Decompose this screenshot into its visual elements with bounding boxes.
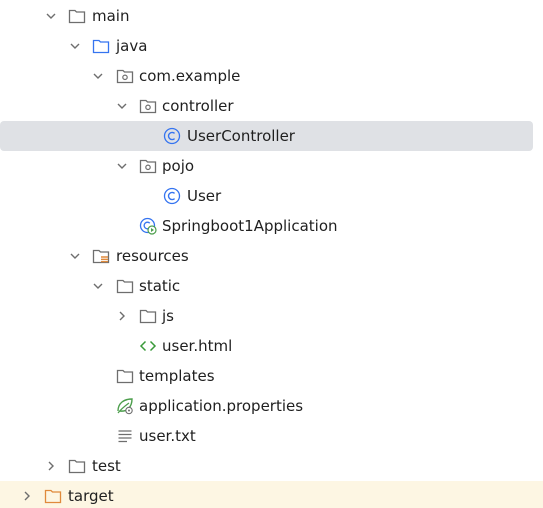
chevron-down-icon[interactable] (92, 280, 104, 292)
spring-properties-icon (117, 398, 133, 415)
tree-node-resources[interactable]: resources (0, 241, 543, 271)
tree-node-test[interactable]: test (0, 451, 543, 481)
tree-node-label: resources (116, 247, 189, 265)
tree-node-java[interactable]: java (0, 31, 543, 61)
tree-node-label: js (162, 307, 174, 325)
package-icon (116, 69, 134, 84)
source-folder-icon (92, 39, 110, 54)
chevron-right-icon[interactable] (21, 490, 33, 502)
project-tree: main java com.example controller UserCon… (0, 0, 543, 508)
tree-node-user-txt[interactable]: user.txt (0, 421, 543, 451)
tree-node-js[interactable]: js (0, 301, 543, 331)
tree-node-application-properties[interactable]: application.properties (0, 391, 543, 421)
text-file-icon (118, 430, 132, 443)
folder-icon (68, 459, 86, 474)
tree-node-label: target (68, 487, 114, 505)
folder-icon (116, 369, 134, 384)
tree-node-static[interactable]: static (0, 271, 543, 301)
folder-icon (139, 309, 157, 324)
tree-node-templates[interactable]: templates (0, 361, 543, 391)
tree-node-label: main (92, 7, 130, 25)
chevron-right-icon[interactable] (116, 310, 128, 322)
tree-node-user-controller[interactable]: UserController (0, 121, 533, 151)
tree-node-controller[interactable]: controller (0, 91, 543, 121)
chevron-down-icon[interactable] (69, 250, 81, 262)
tree-node-label: user.html (162, 337, 233, 355)
tree-node-pojo[interactable]: pojo (0, 151, 543, 181)
chevron-down-icon[interactable] (116, 160, 128, 172)
tree-node-label: Springboot1Application (162, 217, 338, 235)
folder-icon (68, 9, 86, 24)
tree-node-label: java (116, 37, 148, 55)
html-file-icon (139, 340, 157, 352)
chevron-down-icon[interactable] (92, 70, 104, 82)
class-icon (163, 187, 181, 205)
class-icon (163, 127, 181, 145)
tree-node-target[interactable]: target (0, 481, 543, 508)
chevron-right-icon[interactable] (45, 460, 57, 472)
tree-node-label: pojo (162, 157, 195, 175)
spring-boot-class-icon (139, 217, 157, 235)
tree-node-label: static (139, 277, 181, 295)
tree-node-label: application.properties (139, 397, 304, 415)
package-icon (139, 99, 157, 114)
tree-node-com-example[interactable]: com.example (0, 61, 543, 91)
tree-node-label: User (187, 187, 222, 205)
tree-node-label: controller (162, 97, 234, 115)
excluded-folder-icon (44, 489, 62, 504)
chevron-down-icon[interactable] (116, 100, 128, 112)
tree-node-label: com.example (139, 67, 241, 85)
tree-node-main[interactable]: main (0, 1, 543, 31)
resources-folder-icon (92, 249, 110, 264)
tree-node-user[interactable]: User (0, 181, 543, 211)
chevron-down-icon[interactable] (45, 10, 57, 22)
tree-node-label: test (92, 457, 121, 475)
tree-node-label: templates (139, 367, 215, 385)
folder-icon (116, 279, 134, 294)
package-icon (139, 159, 157, 174)
chevron-down-icon[interactable] (69, 40, 81, 52)
tree-node-label: UserController (187, 127, 295, 145)
tree-node-label: user.txt (139, 427, 196, 445)
tree-node-springboot-application[interactable]: Springboot1Application (0, 211, 543, 241)
tree-node-user-html[interactable]: user.html (0, 331, 543, 361)
